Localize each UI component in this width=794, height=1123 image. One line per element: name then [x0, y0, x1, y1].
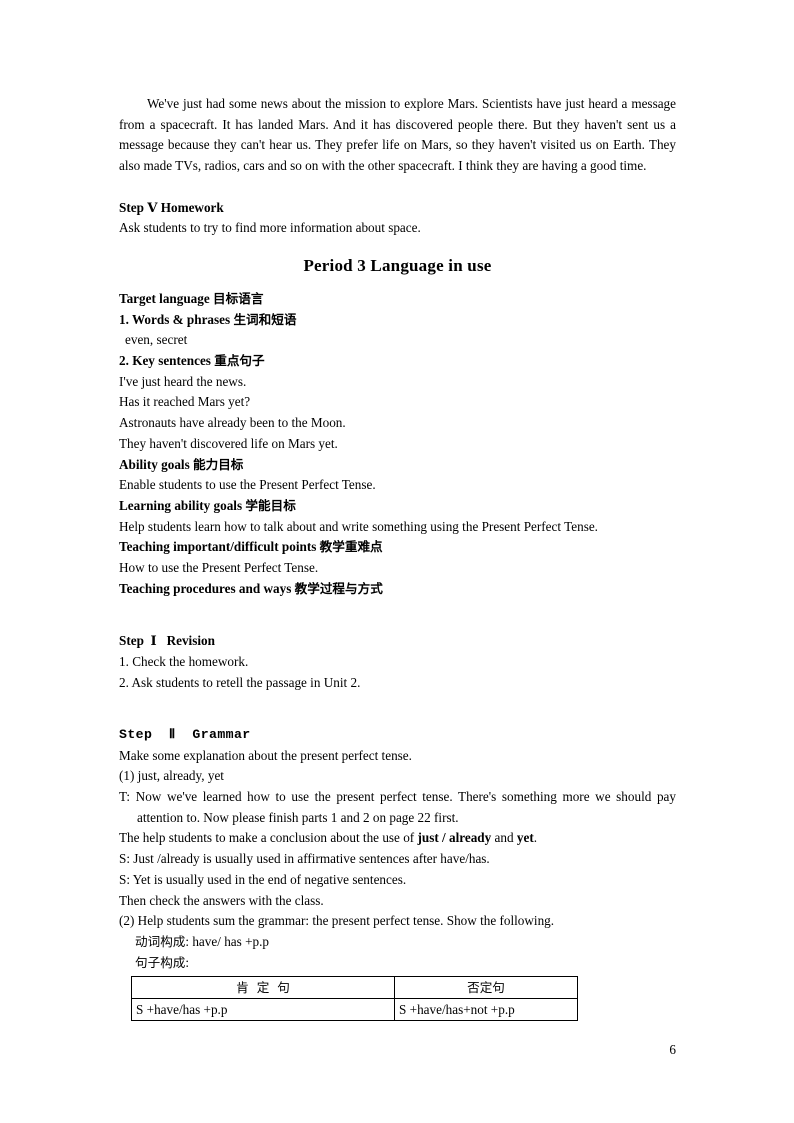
teaching-procedures-heading-en: Teaching procedures and ways [119, 580, 295, 596]
key-sentence: Astronauts have already been to the Moon… [119, 415, 346, 431]
words-phrases-heading-en: 1. Words & phrases [119, 311, 234, 327]
step2-teacher-line: T: Now we've learned how to use the pres… [119, 789, 676, 825]
teaching-points-heading: Teaching important/difficult points 教学重难… [119, 537, 676, 558]
step5-body: Ask students to try to find more informa… [119, 220, 421, 236]
table-cell-affirmative-form: S +have/has +p.p [131, 998, 395, 1022]
key-sentences-heading-en: 2. Key sentences [119, 353, 215, 369]
ability-goals-heading: Ability goals 能力目标 [119, 455, 676, 476]
table-cell-negative-form: S +have/has+not +p.p [394, 998, 578, 1022]
step2-heading: Step Ⅱ Grammar [119, 726, 251, 742]
teaching-procedures-heading: Teaching procedures and ways 教学过程与方式 [119, 579, 676, 600]
step2-student-line-2: S: Yet is usually used in the end of neg… [119, 871, 407, 887]
learning-ability-goals-body: Help students learn how to talk about an… [119, 518, 598, 534]
words-phrases-heading-cn: 生词和短语 [233, 311, 297, 327]
table-header-negative-label: 否定句 [467, 980, 505, 996]
conclusion-text-pre: The help students to make a conclusion a… [119, 830, 418, 846]
conclusion-keyword-just-already: just / already [417, 830, 492, 846]
step2-conclusion-line: The help students to make a conclusion a… [119, 828, 676, 849]
page-title: Period 3 Language in use [303, 255, 492, 275]
ability-goals-heading-en: Ability goals [119, 456, 194, 472]
grammar-table: 肯 定 句 否定句 S +have/has +p.p S +have/has+n… [131, 976, 578, 1022]
page-number: 6 [669, 1042, 676, 1057]
document-page: We've just had some news about the missi… [119, 94, 676, 1022]
table-header-row: 肯 定 句 否定句 [131, 976, 578, 1000]
ability-goals-body: Enable students to use the Present Perfe… [119, 477, 376, 493]
learning-ability-goals-heading-en: Learning ability goals [119, 497, 246, 513]
step1-item: 2. Ask students to retell the passage in… [119, 674, 361, 690]
table-header-affirmative-label: 肯 定 句 [236, 980, 290, 996]
sentence-form-label-cn: 句子构成 [135, 954, 186, 970]
teaching-points-body: How to use the Present Perfect Tense. [119, 560, 319, 576]
ability-goals-heading-cn: 能力目标 [193, 456, 244, 472]
learning-ability-goals-heading: Learning ability goals 学能目标 [119, 496, 676, 517]
conclusion-text-end: . [533, 830, 538, 846]
key-sentence: I've just heard the news. [119, 373, 247, 389]
sentence-form-line: 句子构成: [119, 953, 676, 974]
words-phrases-items: even, secret [125, 332, 188, 348]
target-language-heading-en: Target language [119, 290, 214, 306]
conclusion-text-mid: and [491, 830, 517, 846]
step2-point-2: (2) Help students sum the grammar: the p… [119, 913, 555, 929]
teaching-points-heading-en: Teaching important/difficult points [119, 539, 320, 555]
words-phrases-heading: 1. Words & phrases 生词和短语 [119, 310, 676, 331]
intro-paragraph: We've just had some news about the missi… [119, 96, 676, 174]
verb-form-label-cn: 动词构成 [135, 933, 186, 949]
key-sentences-heading-cn: 重点句子 [214, 353, 265, 369]
sentence-form-value: : [185, 954, 190, 970]
step2-check-line: Then check the answers with the class. [119, 892, 324, 908]
key-sentence: They haven't discovered life on Mars yet… [119, 435, 338, 451]
key-sentences-heading: 2. Key sentences 重点句子 [119, 351, 676, 372]
table-header-negative: 否定句 [394, 976, 578, 1000]
step2-point-1: (1) just, already, yet [119, 768, 224, 784]
learning-ability-goals-heading-cn: 学能目标 [245, 497, 296, 513]
step1-item: 1. Check the homework. [119, 653, 249, 669]
verb-form-value: : have/ has +p.p [185, 933, 269, 949]
step2-intro: Make some explanation about the present … [119, 747, 412, 763]
step5-heading: Step Ⅴ Homework [119, 199, 224, 215]
table-row: S +have/has +p.p S +have/has+not +p.p [131, 998, 578, 1022]
conclusion-keyword-yet: yet [516, 830, 534, 846]
target-language-heading-cn: 目标语言 [213, 290, 264, 306]
target-language-heading: Target language 目标语言 [119, 289, 676, 310]
table-header-affirmative: 肯 定 句 [131, 976, 395, 1000]
step1-heading: Step Ⅰ Revision [119, 633, 215, 649]
teaching-points-heading-cn: 教学重难点 [319, 539, 383, 555]
verb-form-line: 动词构成: have/ has +p.p [119, 932, 676, 953]
teaching-procedures-heading-cn: 教学过程与方式 [294, 580, 383, 596]
step2-student-line-1: S: Just /already is usually used in affi… [119, 851, 490, 867]
key-sentence: Has it reached Mars yet? [119, 394, 251, 410]
